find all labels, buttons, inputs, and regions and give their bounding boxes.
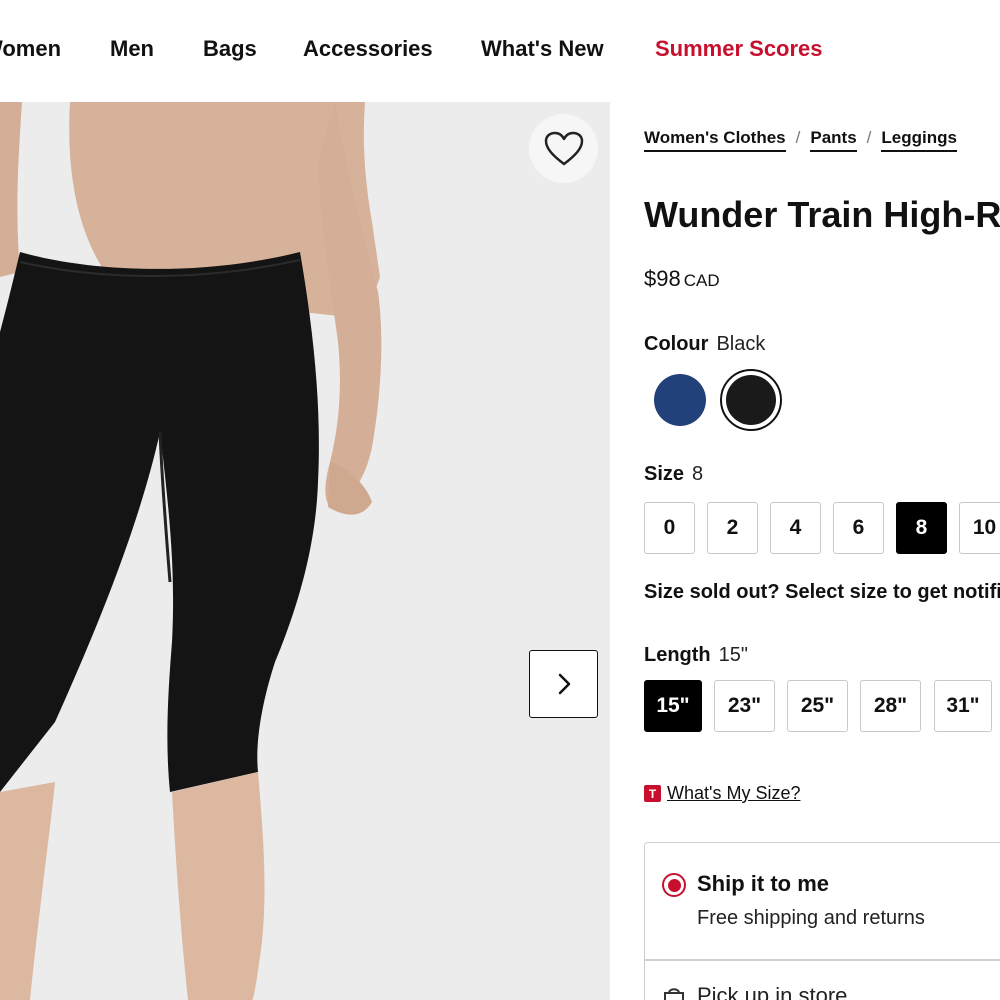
size-option-0[interactable]: 0 <box>644 502 695 554</box>
chevron-right-icon <box>558 673 570 695</box>
length-selected-value: 15" <box>718 644 749 666</box>
breadcrumb-womens-clothes[interactable]: Women's Clothes <box>644 128 786 152</box>
store-bag-icon <box>664 988 684 1000</box>
nav-item-whats-new[interactable]: What's New <box>481 36 604 62</box>
nav-item-women[interactable]: Women <box>0 36 61 62</box>
radio-selected-dot <box>667 878 681 892</box>
colour-label: Colour Black <box>644 333 765 356</box>
product-price: $98 CAD <box>644 266 720 292</box>
nav-item-summer-scores[interactable]: Summer Scores <box>655 36 823 62</box>
ship-radio[interactable] <box>662 873 686 897</box>
breadcrumb-separator: / <box>866 128 872 147</box>
whats-my-size-link[interactable]: What's My Size? <box>667 783 800 804</box>
length-option-31[interactable]: 31" <box>934 680 992 732</box>
size-label: Size 8 <box>644 463 703 486</box>
heart-icon <box>544 131 583 165</box>
nav-item-men[interactable]: Men <box>110 36 154 62</box>
fulfillment-options: Ship it to me Free shipping and returns … <box>644 842 1000 1000</box>
product-photo <box>0 102 382 1000</box>
size-soldout-notice: Size sold out? Select size to get notifi… <box>644 581 1000 603</box>
wishlist-button[interactable] <box>529 114 598 183</box>
size-option-4[interactable]: 4 <box>770 502 821 554</box>
product-details-panel: Women's Clothes / Pants / Leggings Wunder Tr… <box>610 102 1000 1000</box>
colour-swatch-navy[interactable] <box>654 374 706 426</box>
size-option-8[interactable]: 8 <box>896 502 947 554</box>
product-image-gallery <box>0 102 610 1000</box>
colour-swatch-black[interactable] <box>726 375 776 425</box>
nav-item-bags[interactable]: Bags <box>203 36 257 62</box>
colour-selected-value: Black <box>716 333 766 355</box>
pickup-option-title[interactable]: Pick up in store <box>697 983 847 1000</box>
length-label: Length 15" <box>644 644 748 667</box>
size-option-2[interactable]: 2 <box>707 502 758 554</box>
top-navigation: Women Men Bags Accessories What's New Su… <box>0 0 1000 102</box>
size-option-6[interactable]: 6 <box>833 502 884 554</box>
nav-item-accessories[interactable]: Accessories <box>303 36 433 62</box>
length-option-28[interactable]: 28" <box>860 680 921 732</box>
length-label-text: Length <box>644 644 711 666</box>
fulfillment-divider <box>645 959 1000 961</box>
ship-option-title[interactable]: Ship it to me <box>697 871 829 897</box>
breadcrumb-leggings[interactable]: Leggings <box>881 128 957 152</box>
colour-label-text: Colour <box>644 333 709 355</box>
length-option-23[interactable]: 23" <box>714 680 775 732</box>
length-option-25[interactable]: 25" <box>787 680 848 732</box>
whats-my-size: T What's My Size? <box>644 783 800 804</box>
fit-badge-icon: T <box>644 785 661 802</box>
length-option-15[interactable]: 15" <box>644 680 702 732</box>
breadcrumb-pants[interactable]: Pants <box>810 128 857 152</box>
price-currency: CAD <box>683 271 720 290</box>
size-option-10[interactable]: 10 <box>959 502 1000 554</box>
ship-option-subtitle: Free shipping and returns <box>697 907 925 929</box>
price-amount: $98 <box>644 266 681 291</box>
size-label-text: Size <box>644 463 685 485</box>
breadcrumb: Women's Clothes / Pants / Leggings <box>644 128 957 152</box>
product-title: Wunder Train High-Rise <box>644 194 1000 235</box>
breadcrumb-separator: / <box>795 128 801 147</box>
next-image-button[interactable] <box>529 650 598 718</box>
size-selected-value: 8 <box>692 463 704 485</box>
